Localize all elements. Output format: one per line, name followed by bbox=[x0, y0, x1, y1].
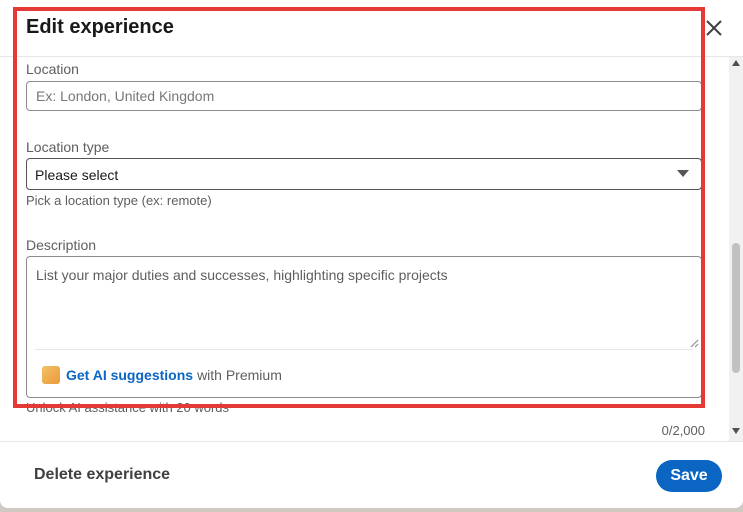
ai-suggestions-row: Get AI suggestions with Premium bbox=[42, 365, 282, 385]
description-placeholder: List your major duties and successes, hi… bbox=[36, 267, 448, 283]
character-counter: 0/2,000 bbox=[661, 423, 705, 438]
scroll-thumb[interactable] bbox=[732, 243, 740, 373]
location-type-label: Location type bbox=[26, 139, 110, 155]
with-premium-text: with Premium bbox=[197, 367, 282, 383]
location-type-select[interactable]: Please select bbox=[26, 158, 702, 190]
dialog-scrollbar[interactable] bbox=[729, 57, 743, 441]
premium-ai-icon bbox=[42, 366, 60, 384]
dialog-footer: Delete experience Save bbox=[0, 441, 743, 508]
location-input[interactable] bbox=[26, 81, 702, 111]
save-button[interactable]: Save bbox=[656, 460, 722, 492]
get-ai-suggestions-link[interactable]: Get AI suggestions bbox=[66, 367, 193, 383]
scroll-up-arrow-icon[interactable] bbox=[732, 60, 740, 66]
description-textarea[interactable]: List your major duties and successes, hi… bbox=[26, 256, 702, 398]
close-icon[interactable] bbox=[702, 16, 726, 40]
unlock-ai-text: Unlock AI assistance with 20 words bbox=[26, 400, 230, 415]
location-label: Location bbox=[26, 61, 79, 77]
resize-grip-icon[interactable] bbox=[690, 339, 699, 348]
description-divider bbox=[35, 349, 693, 350]
dialog-header: Edit experience bbox=[0, 0, 743, 57]
edit-experience-dialog: Edit experience Location Location type P… bbox=[0, 0, 743, 508]
location-type-hint: Pick a location type (ex: remote) bbox=[26, 193, 212, 208]
dialog-title: Edit experience bbox=[26, 16, 174, 38]
caret-down-icon bbox=[677, 170, 689, 177]
dialog-body[interactable]: Location Location type Please select Pic… bbox=[0, 57, 743, 441]
location-type-selected: Please select bbox=[35, 167, 119, 183]
description-label: Description bbox=[26, 237, 97, 253]
scroll-down-arrow-icon[interactable] bbox=[732, 428, 740, 434]
delete-experience-button[interactable]: Delete experience bbox=[34, 466, 170, 484]
